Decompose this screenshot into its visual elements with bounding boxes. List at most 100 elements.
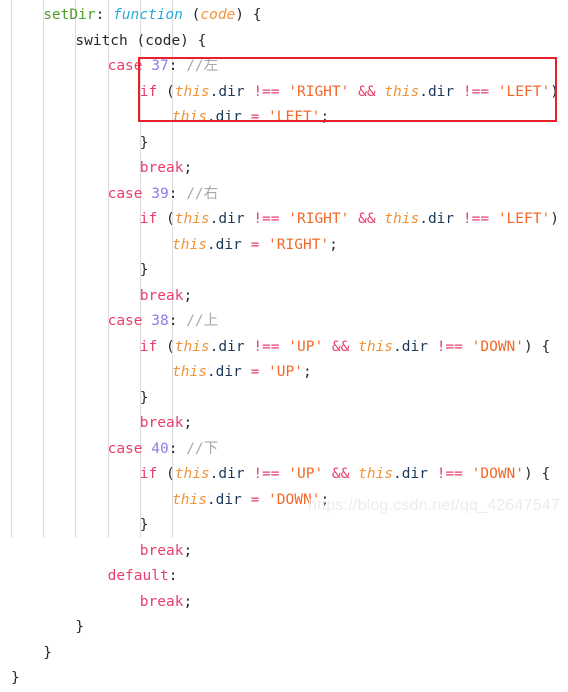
- code-token: =: [250, 109, 260, 125]
- code-line[interactable]: break;: [0, 411, 568, 437]
- code-token: break: [139, 542, 184, 559]
- code-token: !==: [253, 338, 280, 355]
- code-token: =: [250, 491, 260, 508]
- code-line[interactable]: }: [0, 513, 568, 539]
- code-token: ) {: [550, 211, 568, 227]
- code-token: ;: [320, 109, 330, 125]
- code-token: :: [168, 58, 187, 74]
- code-token: :: [168, 440, 187, 457]
- code-line[interactable]: break;: [0, 590, 568, 616]
- code-line[interactable]: break;: [0, 284, 568, 310]
- code-token: //上: [186, 313, 219, 329]
- code-line[interactable]: setDir: function (code) {: [0, 3, 568, 29]
- code-token: ;: [183, 593, 193, 610]
- code-line[interactable]: this.dir = 'UP';: [0, 360, 568, 386]
- code-token: }: [139, 134, 149, 151]
- code-token: //右: [186, 185, 219, 202]
- code-token: (: [157, 211, 175, 227]
- code-token: if: [139, 83, 158, 100]
- code-token: ) {: [550, 83, 568, 100]
- code-token: .dir: [206, 236, 242, 253]
- code-token: break: [139, 593, 184, 610]
- code-line[interactable]: case 39: //右: [0, 182, 568, 208]
- code-token: this: [172, 109, 207, 125]
- code-token: (: [157, 83, 175, 100]
- code-line[interactable]: }: [0, 258, 568, 284]
- code-line[interactable]: if (this.dir !== 'RIGHT' && this.dir !==…: [0, 207, 568, 233]
- code-line[interactable]: }: [0, 641, 568, 667]
- code-line[interactable]: if (this.dir !== 'RIGHT' && this.dir !==…: [0, 80, 568, 106]
- code-editor-viewport[interactable]: setDir: function (code) {switch (code) {…: [0, 0, 568, 686]
- code-token: &&: [358, 83, 376, 100]
- code-content[interactable]: setDir: function (code) {switch (code) {…: [0, 0, 568, 692]
- code-line[interactable]: case 37: //左: [0, 54, 568, 80]
- code-token: :: [95, 7, 114, 23]
- code-line[interactable]: default:: [0, 564, 568, 590]
- code-line[interactable]: switch (code) {: [0, 29, 568, 55]
- code-token: this: [174, 83, 210, 100]
- code-token: this: [384, 211, 420, 227]
- code-token: 40: [151, 440, 169, 457]
- code-token: case: [107, 58, 143, 74]
- code-line[interactable]: this.dir = 'LEFT';: [0, 105, 568, 131]
- code-token: this: [358, 466, 394, 482]
- code-line[interactable]: this.dir = 'RIGHT';: [0, 233, 568, 259]
- code-token: 'LEFT': [497, 211, 551, 227]
- code-token: =: [250, 364, 260, 380]
- code-token: !==: [462, 83, 490, 100]
- code-line[interactable]: break;: [0, 539, 568, 565]
- code-token: 'RIGHT': [288, 83, 350, 100]
- code-token: }: [11, 670, 20, 686]
- code-token: 37: [151, 58, 169, 74]
- code-token: }: [139, 517, 149, 533]
- code-line[interactable]: }: [0, 386, 568, 412]
- code-token: .dir: [209, 338, 245, 355]
- code-token: case: [107, 185, 143, 202]
- code-line[interactable]: break;: [0, 156, 568, 182]
- code-line[interactable]: }: [0, 666, 568, 692]
- code-token: }: [139, 262, 149, 278]
- code-token: //左: [186, 58, 219, 74]
- code-line[interactable]: case 38: //上: [0, 309, 568, 335]
- code-line[interactable]: }: [0, 131, 568, 157]
- code-token: .dir: [209, 466, 245, 482]
- code-token: this: [172, 236, 207, 253]
- code-token: this: [174, 466, 210, 482]
- code-token: break: [139, 415, 184, 431]
- code-token: .dir: [209, 83, 245, 100]
- code-token: .dir: [206, 491, 242, 508]
- code-token: if: [139, 211, 158, 227]
- code-token: code: [145, 32, 181, 49]
- code-line[interactable]: if (this.dir !== 'UP' && this.dir !== 'D…: [0, 335, 568, 361]
- code-line[interactable]: case 40: //下: [0, 437, 568, 463]
- code-token: 'UP': [288, 338, 324, 355]
- code-token: !==: [253, 83, 280, 100]
- code-line[interactable]: if (this.dir !== 'UP' && this.dir !== 'D…: [0, 462, 568, 488]
- code-token: 'RIGHT': [268, 236, 330, 253]
- code-token: :: [168, 568, 178, 584]
- code-line[interactable]: }: [0, 615, 568, 641]
